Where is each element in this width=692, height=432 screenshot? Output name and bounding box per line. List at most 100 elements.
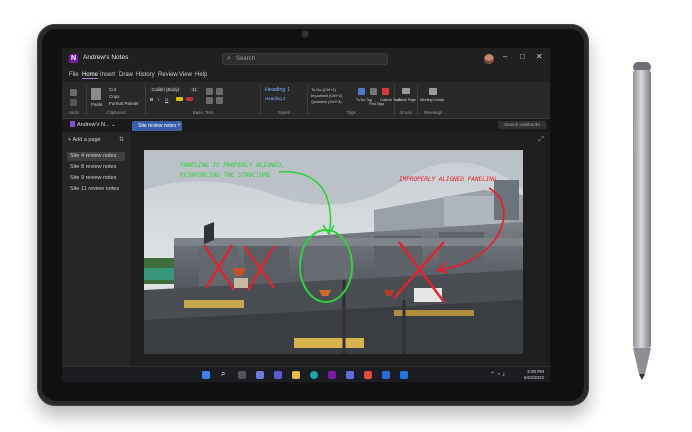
find-tags-button[interactable]: Find Tags [369,102,384,106]
page-item-site-8[interactable]: Site 8 review notes [67,163,125,172]
notebook-name: Andrew's N... [77,122,110,128]
acrobat-icon[interactable] [364,371,372,379]
style-heading-2[interactable]: Heading 2 [265,96,286,101]
highlight-icon[interactable] [176,97,183,101]
indent-icon[interactable] [216,97,223,104]
menu-help[interactable]: Help [195,72,207,78]
bold-button[interactable]: B [150,97,153,102]
redo-icon[interactable] [70,99,77,106]
menu-home[interactable]: Home [82,72,99,79]
outlook-tasks-icon[interactable] [382,88,389,95]
format-painter-button[interactable]: Format Painter [109,101,139,106]
tag-to-do[interactable]: To Do (Ctrl+1) [311,87,336,92]
clock[interactable]: 2:30 PM 6/23/2022 [524,369,544,380]
red-x-2 [243,245,275,291]
system-tray-icons[interactable]: ⌃ ◔ ♪ [490,371,505,378]
red-note: IMPROPERLY ALIGNED PANELING [399,176,497,183]
menu-insert[interactable]: Insert [100,72,115,78]
ribbon-group-tags: To Do (Ctrl+1) Important (Ctrl+2) Questi… [308,85,402,115]
notebook-icon [70,121,75,127]
ribbon-label-email: Email [400,110,412,115]
add-page-button[interactable]: + Add a page [68,137,101,143]
search-placeholder: Search [236,56,256,62]
avatar[interactable] [484,54,494,64]
green-circle [299,229,353,303]
cut-button[interactable]: Cut [109,87,116,92]
font-family-select[interactable]: Calibri (Body) [150,87,182,92]
email-page-button[interactable]: Email Page [398,98,416,102]
front-camera [302,31,308,37]
red-arrow [438,187,505,271]
taskbar-search-icon[interactable]: ⌕ [221,369,229,378]
page-item-site-9[interactable]: Site 9 review notes [67,174,125,183]
search-icon: ⌕ [227,55,231,62]
menu-file[interactable]: File [69,72,79,78]
page-item-site-4[interactable]: Site 4 review notes [67,152,125,161]
copy-button[interactable]: Copy [109,94,120,99]
add-section-button[interactable]: + [175,121,183,130]
menu-review[interactable]: Review [158,72,178,78]
teams-chat-icon[interactable] [274,371,282,379]
file-explorer-icon[interactable] [292,371,300,379]
undo-icon[interactable] [70,89,77,96]
meeting-details-button[interactable]: Meeting Details [420,98,444,102]
task-view-icon[interactable] [238,371,246,379]
start-icon[interactable] [202,371,210,379]
menu-history[interactable]: History [136,72,155,78]
menu-draw[interactable]: Draw [119,72,133,78]
teams-icon[interactable] [346,371,354,379]
red-x-3 [393,241,445,303]
close-button[interactable]: ✕ [536,52,543,61]
red-x-1 [203,244,235,291]
green-arrow [278,170,332,233]
menu-bar: File Home Insert Draw History Review Vie… [62,70,550,82]
ribbon-label-styles: Styles [277,110,291,115]
store-icon[interactable] [400,371,408,379]
style-heading-1[interactable]: Heading 1 [265,87,290,93]
onenote-taskbar-icon[interactable] [328,371,336,379]
search-input[interactable]: ⌕ Search [222,53,388,65]
page-list: + Add a page ⇅ Site 4 review notes Site … [62,132,130,366]
ribbon-group-clipboard: Paste Cut Copy Format Painter Clipboard [87,85,146,115]
italic-button[interactable]: I [158,97,159,102]
ribbon-label-tags: Tags [346,110,356,115]
underline-button[interactable]: U [165,97,168,102]
page-item-site-11[interactable]: Site 11 review notes [67,185,125,194]
ribbon-group-basic-text: Calibri (Body) 11 B I U Basic Text [146,85,261,115]
meeting-icon[interactable] [429,88,437,95]
outlook-icon[interactable] [382,371,390,379]
title-bar: N Andrew's Notes ⌕ Search – □ ✕ [62,48,550,70]
ribbon-group-undo: Undo [62,85,87,115]
expand-icon[interactable]: ⤢ [538,136,544,144]
to-do-tag-icon[interactable] [358,88,365,95]
ribbon-label-undo: Undo [68,110,80,115]
add-page-label: Add a page [72,137,101,143]
find-tags-icon[interactable] [370,88,377,95]
search-notebooks-input[interactable]: Search notebooks [498,121,546,129]
edge-icon[interactable] [310,371,318,379]
tag-important[interactable]: Important (Ctrl+2) [311,93,342,98]
ribbon-label-meetings: Meetings [423,110,443,115]
clock-time: 2:30 PM [527,369,544,374]
email-icon[interactable] [402,88,410,94]
ribbon-group-styles: Heading 1 Heading 2 Styles [261,85,308,115]
paste-icon[interactable] [91,88,101,100]
minimize-button[interactable]: – [503,52,507,61]
notebook-selector[interactable]: Andrew's N... ⌄ [66,121,120,130]
widgets-icon[interactable] [256,371,264,379]
outdent-icon[interactable] [206,97,213,104]
bullets-icon[interactable] [206,88,213,95]
paste-button[interactable]: Paste [91,102,103,107]
green-note-line-2: REINFORCING THE STRUCTURE [180,172,271,179]
numbering-icon[interactable] [216,88,223,95]
menu-view[interactable]: View [179,72,192,78]
ribbon-label-clipboard: Clipboard [106,110,126,115]
font-size-select[interactable]: 11 [190,87,199,92]
app-title: Andrew's Notes [83,54,129,61]
maximize-button[interactable]: □ [520,52,525,61]
tag-question[interactable]: Question (Ctrl+3) [311,99,342,104]
green-note-line-1: PANELING IS PROPERLY ALIGNED, [180,162,285,169]
font-color-icon[interactable] [186,97,193,101]
onenote-logo-icon: N [69,54,78,63]
sort-icon[interactable]: ⇅ [119,136,124,143]
